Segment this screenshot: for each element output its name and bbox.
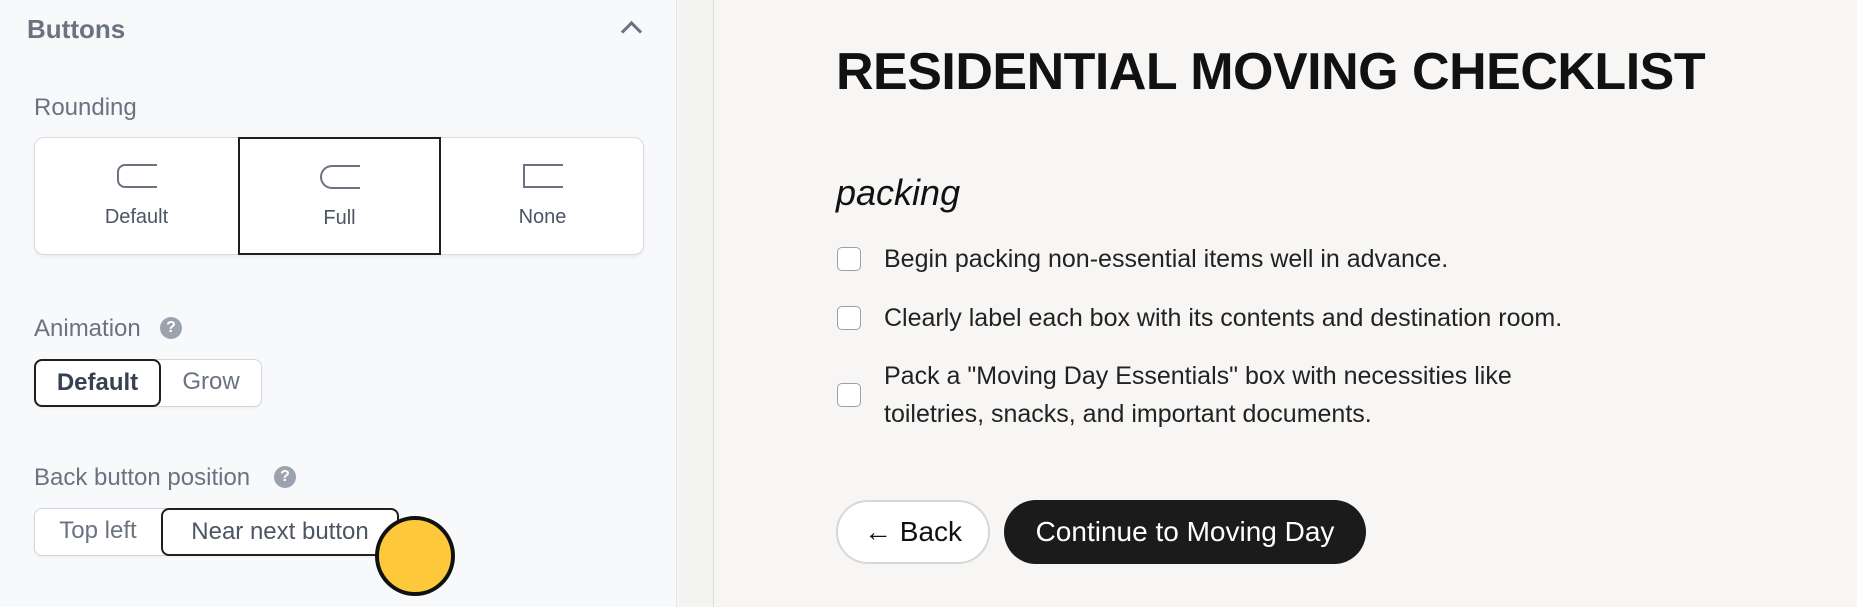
checklist-item-text: Clearly label each box with its contents… bbox=[884, 304, 1563, 332]
checkbox[interactable] bbox=[837, 247, 861, 271]
animation-segmented-control: Default Grow bbox=[34, 359, 262, 407]
checklist-item: Pack a "Moving Day Essentials" box with … bbox=[836, 357, 1636, 437]
checkbox[interactable] bbox=[837, 306, 861, 330]
rounding-option-default[interactable]: Default bbox=[35, 138, 238, 254]
continue-button[interactable]: Continue to Moving Day bbox=[1004, 500, 1366, 564]
chevron-up-icon[interactable] bbox=[620, 20, 643, 43]
animation-label: Animation bbox=[34, 315, 141, 342]
back-button-position-segmented-control: Top left Near next button bbox=[34, 508, 399, 556]
rounding-option-label: Full bbox=[323, 207, 356, 229]
rounding-option-none[interactable]: None bbox=[441, 138, 644, 254]
section-title: Buttons bbox=[27, 14, 126, 44]
position-option-top-left[interactable]: Top left bbox=[35, 508, 161, 556]
checklist-item-text: Pack a "Moving Day Essentials" box with … bbox=[884, 362, 1512, 428]
settings-panel: Buttons Rounding Default Full None Anima… bbox=[0, 0, 677, 607]
checklist-item-text: Begin packing non-essential items well i… bbox=[884, 245, 1449, 273]
help-icon[interactable]: ? bbox=[274, 466, 296, 488]
cursor-indicator bbox=[375, 516, 455, 596]
pill-shape-icon bbox=[319, 165, 360, 189]
rounding-option-label: None bbox=[518, 206, 567, 228]
rounding-options: Default Full None bbox=[34, 137, 644, 255]
rounding-label: Rounding bbox=[34, 94, 137, 121]
panel-divider bbox=[678, 0, 714, 607]
animation-option-default[interactable]: Default bbox=[34, 359, 161, 407]
help-icon[interactable]: ? bbox=[160, 317, 182, 339]
checklist-item: Clearly label each box with its contents… bbox=[836, 299, 1636, 339]
position-option-near-next-button[interactable]: Near next button bbox=[161, 508, 399, 556]
page-title: RESIDENTIAL MOVING CHECKLIST bbox=[836, 43, 1706, 101]
rounding-option-full[interactable]: Full bbox=[238, 137, 441, 255]
back-button[interactable]: ← Back bbox=[836, 500, 990, 564]
rounded-shape-icon bbox=[116, 164, 157, 188]
checklist-item: Begin packing non-essential items well i… bbox=[836, 240, 1636, 280]
animation-option-grow[interactable]: Grow bbox=[161, 359, 261, 407]
back-button-position-label: Back button position bbox=[34, 464, 251, 491]
rounding-option-label: Default bbox=[104, 206, 169, 228]
checkbox[interactable] bbox=[837, 383, 861, 407]
square-shape-icon bbox=[522, 164, 563, 188]
section-subtitle: packing bbox=[836, 172, 961, 213]
